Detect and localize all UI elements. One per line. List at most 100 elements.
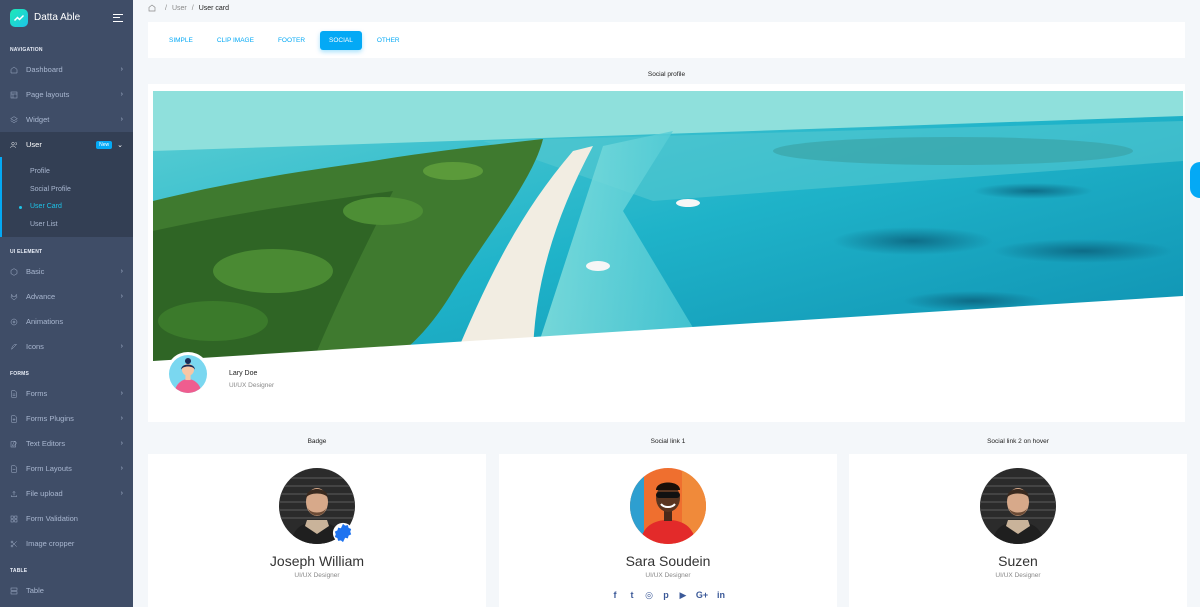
sidebar-item-forms-plugins[interactable]: Forms Plugins › <box>0 406 133 431</box>
sidebar-item-label: Form Validation <box>26 514 78 523</box>
section-title-social-profile: Social profile <box>647 71 686 78</box>
sidebar-item-label: Widget <box>26 115 50 124</box>
user-card-social-link-2: Suzen UI/UX Designer <box>849 454 1187 607</box>
grid-icon <box>10 515 18 523</box>
nav-caption-forms: FORMS <box>10 371 30 377</box>
settings-toggle[interactable] <box>1190 162 1200 198</box>
sidebar-item-dashboard[interactable]: Dashboard › <box>0 57 133 82</box>
twitter-icon[interactable]: t <box>627 590 637 600</box>
profile-name: Lary Doe <box>229 370 258 377</box>
trending-up-icon <box>10 8 28 27</box>
sidebar-item-text-editors[interactable]: Text Editors › <box>0 431 133 456</box>
chevron-right-icon: › <box>120 390 123 397</box>
sidebar-item-animations[interactable]: Animations <box>0 309 133 334</box>
sidebar: Datta Able NAVIGATION Dashboard › Page l… <box>0 0 133 607</box>
cover-image <box>153 91 1183 361</box>
user-role: UI/UX Designer <box>995 572 1041 579</box>
sidebar-item-form-validation[interactable]: Form Validation <box>0 506 133 531</box>
tab-clip-image[interactable]: CLIP IMAGE <box>208 31 263 50</box>
sidebar-item-form-layouts[interactable]: Form Layouts › <box>0 456 133 481</box>
file-text-icon <box>10 389 18 398</box>
brand: Datta Able <box>0 0 133 35</box>
aperture-icon <box>10 318 18 326</box>
sidebar-item-image-cropper[interactable]: Image cropper <box>0 531 133 556</box>
chevron-right-icon: › <box>120 116 123 123</box>
sidebar-item-icons[interactable]: Icons › <box>0 334 133 359</box>
sidebar-item-file-upload[interactable]: File upload › <box>0 481 133 506</box>
social-profile-card: Lary Doe UI/UX Designer <box>148 84 1185 422</box>
sidebar-subitem-social-profile[interactable]: Social Profile <box>2 181 133 199</box>
sidebar-item-basic[interactable]: Basic › <box>0 259 133 284</box>
home-icon[interactable] <box>148 4 156 12</box>
section-title-social-link-1: Social link 1 <box>650 438 686 445</box>
user-name: Joseph William <box>269 553 365 569</box>
user-name: Suzen <box>998 553 1038 569</box>
main-content: / User / User card SIMPLE CLIP IMAGE FOO… <box>133 0 1200 607</box>
social-links: f t ◎ p ▶ G+ in <box>499 590 837 601</box>
linkedin-icon[interactable]: in <box>716 590 726 600</box>
facebook-icon[interactable]: f <box>610 590 620 600</box>
youtube-icon[interactable]: ▶ <box>678 590 688 600</box>
menu-toggle-icon[interactable] <box>113 13 123 22</box>
sidebar-item-label: Text Editors <box>26 439 66 448</box>
chevron-right-icon: › <box>120 490 123 497</box>
breadcrumb: / User / User card <box>148 4 229 12</box>
scissors-icon <box>10 540 18 548</box>
avatar <box>980 468 1056 544</box>
chevron-down-icon: ⌄ <box>117 141 123 149</box>
sidebar-item-label: Forms Plugins <box>26 414 74 423</box>
tab-social[interactable]: SOCIAL <box>320 30 362 50</box>
sidebar-item-user[interactable]: User New ⌄ <box>0 132 133 157</box>
box-icon <box>10 267 18 276</box>
sidebar-subitem-profile[interactable]: Profile <box>2 163 133 181</box>
tab-simple[interactable]: SIMPLE <box>160 31 202 50</box>
dribbble-icon[interactable]: ◎ <box>644 590 654 600</box>
breadcrumb-current: User card <box>198 4 230 12</box>
chevron-right-icon: › <box>120 91 123 98</box>
breadcrumb-separator: / <box>165 4 167 12</box>
new-badge: New <box>96 140 113 149</box>
breadcrumb-parent[interactable]: User <box>172 5 187 12</box>
sidebar-subitem-user-card[interactable]: User Card <box>2 198 133 216</box>
sidebar-item-forms[interactable]: Forms › <box>0 381 133 406</box>
profile-role: UI/UX Designer <box>229 382 275 389</box>
users-icon <box>10 141 18 149</box>
user-submenu: Profile Social Profile User Card User Li… <box>0 157 133 237</box>
sidebar-item-widget[interactable]: Widget › <box>0 107 133 132</box>
sidebar-item-label: Image cropper <box>26 539 75 548</box>
gitlab-icon <box>10 293 18 301</box>
chevron-right-icon: › <box>120 268 123 275</box>
pinterest-icon[interactable]: p <box>661 590 671 600</box>
sidebar-item-label: Table <box>26 586 44 595</box>
tabs-card: SIMPLE CLIP IMAGE FOOTER SOCIAL OTHER <box>148 22 1185 58</box>
section-title-badge: Badge <box>307 438 327 445</box>
tab-footer[interactable]: FOOTER <box>269 31 314 50</box>
sidebar-item-label: Forms <box>26 389 48 398</box>
chevron-right-icon: › <box>120 415 123 422</box>
user-role: UI/UX Designer <box>645 572 691 579</box>
chevron-right-icon: › <box>120 465 123 472</box>
sidebar-item-label: Form Layouts <box>26 464 72 473</box>
layers-icon <box>10 115 18 124</box>
feather-icon <box>10 343 18 351</box>
sidebar-item-label: Basic <box>26 267 45 276</box>
home-icon <box>10 66 18 74</box>
chevron-right-icon: › <box>120 343 123 350</box>
sidebar-item-label: Page layouts <box>26 90 70 99</box>
user-card-social-link-1: Sara Soudein UI/UX Designer f t ◎ p ▶ G+… <box>499 454 837 607</box>
sidebar-item-page-layouts[interactable]: Page layouts › <box>0 82 133 107</box>
nav-caption-navigation: NAVIGATION <box>10 47 43 53</box>
google-plus-icon[interactable]: G+ <box>695 590 709 600</box>
sidebar-item-table[interactable]: Table <box>0 578 133 603</box>
brand-name: Datta Able <box>34 12 81 23</box>
tab-other[interactable]: OTHER <box>368 31 409 50</box>
sidebar-subitem-user-list[interactable]: User List <box>2 216 133 234</box>
sidebar-item-advance[interactable]: Advance › <box>0 284 133 309</box>
sidebar-item-label: Advance <box>26 292 56 301</box>
user-card-badge: Joseph William UI/UX Designer <box>148 454 486 607</box>
profile-avatar <box>166 352 210 396</box>
chevron-right-icon: › <box>120 293 123 300</box>
sidebar-item-label: Icons <box>26 342 44 351</box>
user-role: UI/UX Designer <box>294 572 340 579</box>
upload-icon <box>10 490 18 498</box>
